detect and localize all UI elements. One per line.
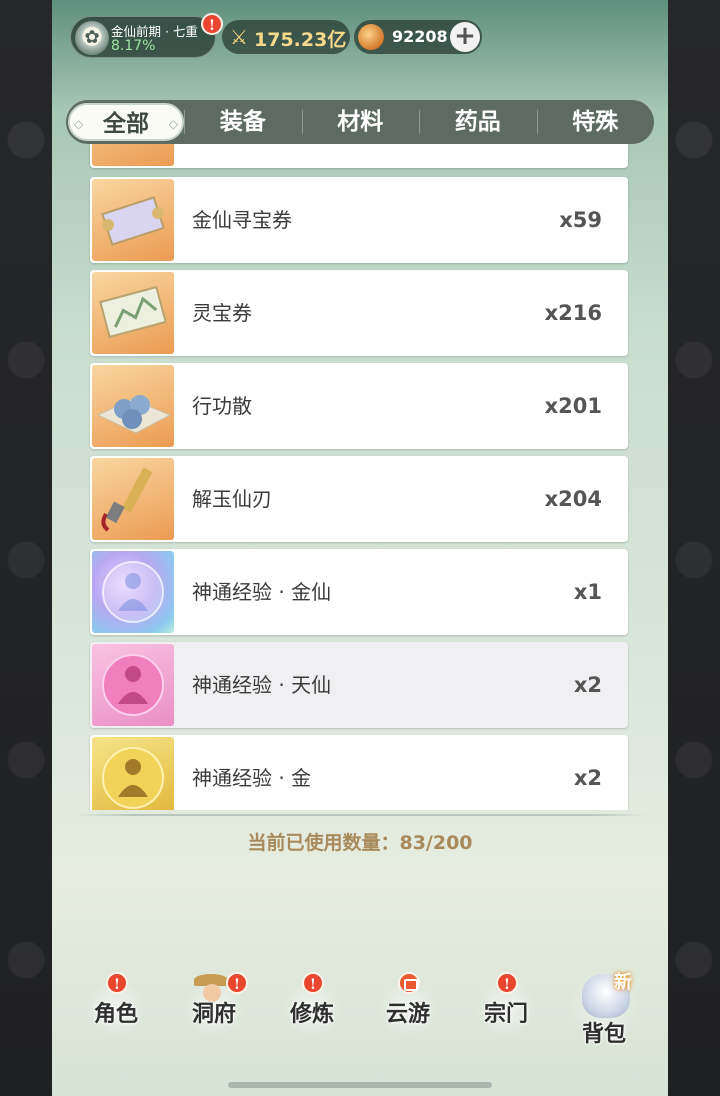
item-name: 神通经验 · 金仙 <box>192 580 332 604</box>
spirit-coin-icon <box>358 24 384 50</box>
list-item[interactable]: 神通经验 · 金 x2 <box>90 735 628 810</box>
item-thumbnail <box>92 144 174 166</box>
nav-label: 背包 <box>581 1022 626 1047</box>
nav-sect[interactable]: ! 宗门 <box>458 960 554 1060</box>
nav-label: 洞府 <box>191 1002 236 1027</box>
list-item[interactable] <box>90 144 628 168</box>
home-indicator[interactable] <box>228 1082 492 1088</box>
tab-medicine-label: 药品 <box>454 109 501 135</box>
list-item[interactable]: 灵宝券 x216 <box>90 270 628 356</box>
event-badge-icon <box>398 972 420 994</box>
nav-label: 宗门 <box>483 1002 528 1027</box>
nav-travel[interactable]: 云游 <box>360 960 456 1060</box>
item-quantity: x204 <box>544 487 602 511</box>
add-currency-button[interactable]: + <box>450 22 480 52</box>
item-name: 解玉仙刃 <box>192 487 272 511</box>
currency-value: 92208 <box>392 27 448 46</box>
list-item[interactable]: 神通经验 · 天仙 x2 <box>90 642 628 728</box>
item-name: 神通经验 · 天仙 <box>192 673 332 697</box>
realm-progress: 8.17% <box>111 38 156 54</box>
nav-label: 角色 <box>93 1002 138 1027</box>
inventory-list[interactable]: 金仙寻宝券 x59 灵宝券 x216 行功散 x201 解玉仙刃 x204 神通… <box>52 144 668 810</box>
item-quantity: x201 <box>544 394 602 418</box>
item-name: 灵宝券 <box>192 301 252 325</box>
item-name: 神通经验 · 金 <box>192 766 312 790</box>
landscape-scroll-icon <box>92 272 174 354</box>
tab-all-label: 全部 <box>103 111 149 137</box>
list-divider <box>74 814 648 816</box>
left-frame-border <box>0 0 52 1096</box>
cultivation-realm-badge[interactable]: ✿ 金仙前期 · 七重 8.17% ! <box>70 13 223 58</box>
tab-special[interactable]: 特殊 <box>536 100 655 144</box>
blue-pills-icon <box>92 365 174 447</box>
alert-icon: ! <box>226 972 248 994</box>
treasure-map-scroll-icon <box>92 179 174 261</box>
inventory-screen: ✿ 金仙前期 · 七重 8.17% ! ⚔ 175.23亿 92208 + ◇ … <box>52 0 668 1096</box>
new-badge: 新 <box>614 972 632 993</box>
pink-orb-icon <box>92 644 174 726</box>
bottom-navigation: ! 角色 ! 洞府 ! 修炼 云游 ! 宗门 新 背包 <box>52 960 668 1060</box>
tab-ornament-icon: ◇ <box>74 117 84 131</box>
purple-orb-icon <box>92 551 174 633</box>
tab-materials[interactable]: 材料 <box>301 100 420 144</box>
tab-special-label: 特殊 <box>572 109 619 135</box>
combat-power-value: 175.23亿 <box>254 29 347 51</box>
item-quantity: x2 <box>573 673 602 697</box>
inventory-category-tabs: ◇ 全部 装备 材料 药品 特殊 <box>66 100 654 144</box>
item-quantity: x216 <box>544 301 602 325</box>
tab-equipment-label: 装备 <box>219 109 266 135</box>
nav-label: 云游 <box>385 1002 430 1027</box>
nav-backpack[interactable]: 新 背包 <box>556 960 652 1060</box>
crossed-swords-icon: ⚔ <box>230 25 248 49</box>
tab-all[interactable]: ◇ 全部 <box>68 103 184 143</box>
nav-character[interactable]: ! 角色 <box>68 960 164 1060</box>
nav-cultivation[interactable]: ! 修炼 <box>264 960 360 1060</box>
item-name: 金仙寻宝券 <box>192 208 292 232</box>
gold-orb-icon <box>92 737 174 810</box>
tab-equipment[interactable]: 装备 <box>184 100 302 144</box>
list-item[interactable]: 金仙寻宝券 x59 <box>90 177 628 263</box>
nav-label: 修炼 <box>289 1002 334 1027</box>
inventory-capacity: 当前已使用数量：83/200 <box>247 832 473 854</box>
tab-medicine[interactable]: 药品 <box>419 100 537 144</box>
jade-blade-icon <box>92 458 174 540</box>
lotus-emblem-icon: ✿ <box>75 21 109 55</box>
item-quantity: x2 <box>573 766 602 790</box>
alert-icon: ! <box>302 972 324 994</box>
nav-cave-dwelling[interactable]: ! 洞府 <box>166 960 262 1060</box>
realm-alert-icon: ! <box>201 13 223 35</box>
list-item[interactable]: 解玉仙刃 x204 <box>90 456 628 542</box>
item-name: 行功散 <box>192 394 252 418</box>
right-frame-border <box>668 0 720 1096</box>
currency-display: 92208 + <box>354 20 482 54</box>
item-quantity: x1 <box>573 580 602 604</box>
alert-icon: ! <box>106 972 128 994</box>
tab-materials-label: 材料 <box>337 109 384 135</box>
list-item[interactable]: 神通经验 · 金仙 x1 <box>90 549 628 635</box>
item-quantity: x59 <box>559 208 602 232</box>
combat-power-display[interactable]: ⚔ 175.23亿 <box>222 20 350 54</box>
list-item[interactable]: 行功散 x201 <box>90 363 628 449</box>
alert-icon: ! <box>496 972 518 994</box>
